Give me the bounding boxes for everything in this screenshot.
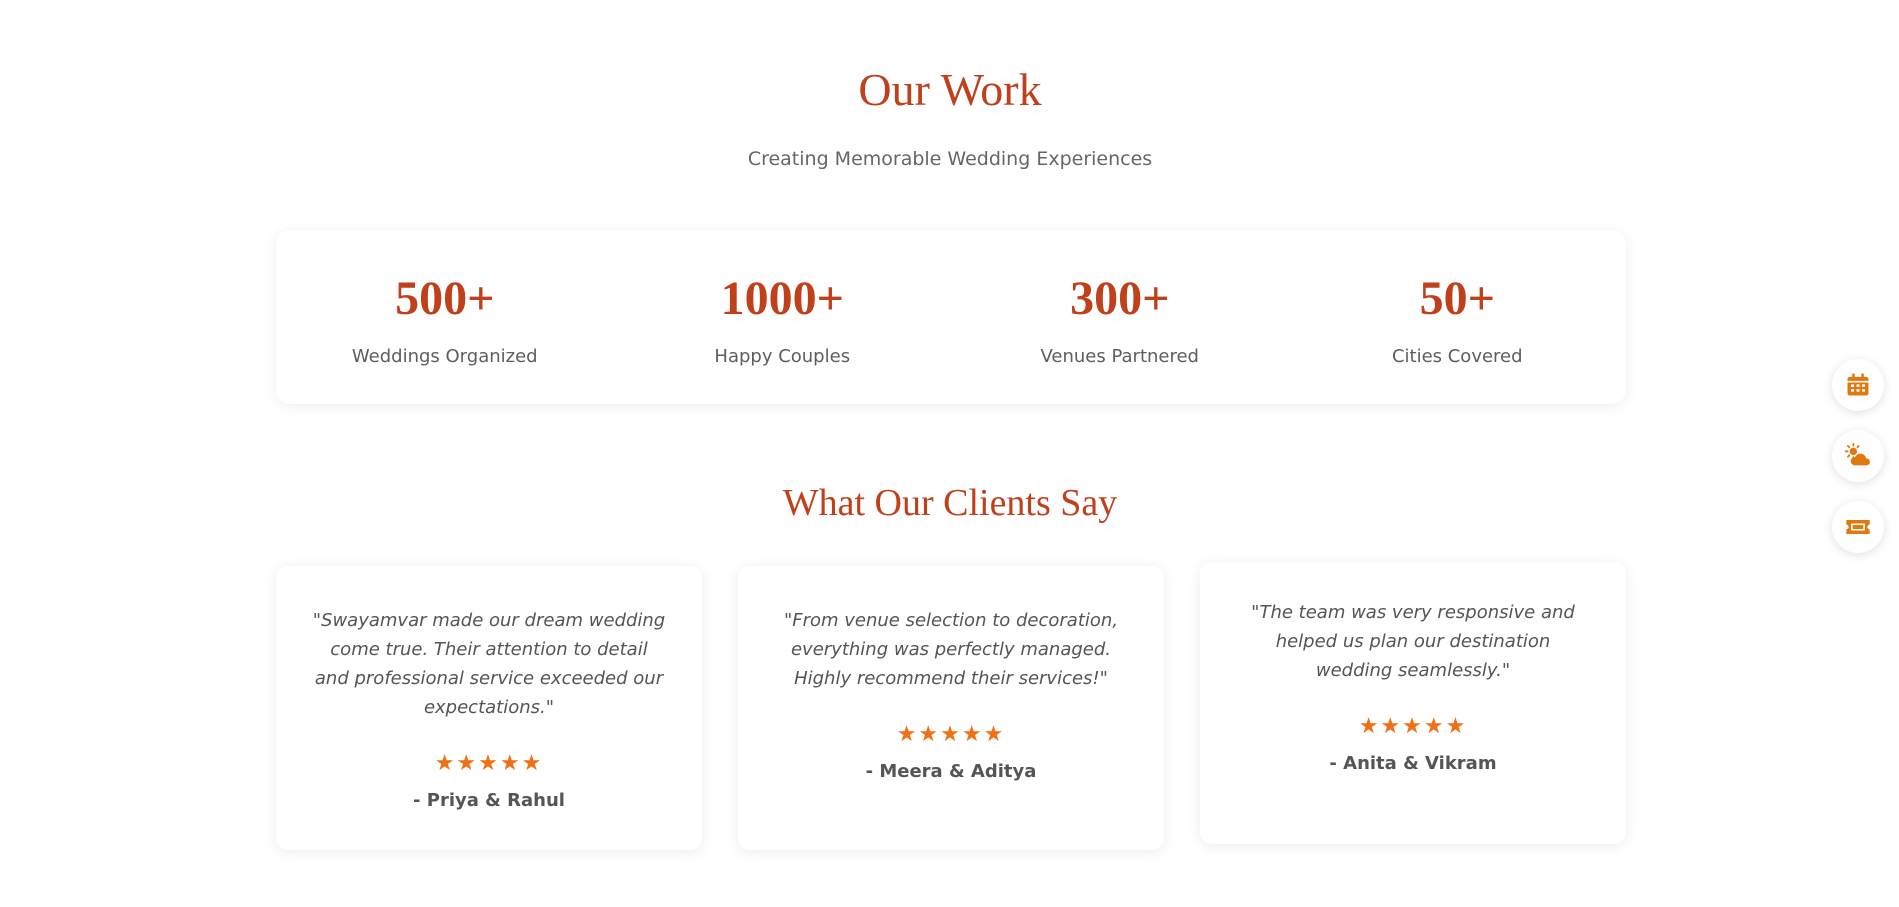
our-work-title: Our Work	[858, 64, 1042, 115]
testimonial-author: - Meera & Aditya	[865, 761, 1037, 782]
stat-venues: 300+ Venues Partnered	[951, 230, 1289, 404]
stat-label: Venues Partnered	[1040, 346, 1199, 367]
rating-stars: ★★★★★	[1358, 714, 1468, 739]
ticket-button[interactable]	[1832, 501, 1884, 553]
stat-number: 50+	[1419, 272, 1495, 325]
testimonial-card: "The team was very responsive and helped…	[1200, 562, 1626, 844]
stat-couples: 1000+ Happy Couples	[614, 230, 952, 404]
testimonial-author: - Priya & Rahul	[413, 790, 565, 811]
testimonial-quote: "From venue selection to decoration, eve…	[783, 610, 1119, 689]
stat-cities: 50+ Cities Covered	[1289, 230, 1627, 404]
testimonial-quote: "Swayamvar made our dream wedding come t…	[312, 610, 666, 718]
stats-card: 500+ Weddings Organized 1000+ Happy Coup…	[276, 230, 1626, 404]
stat-label: Weddings Organized	[351, 346, 538, 367]
rating-stars: ★★★★★	[434, 751, 544, 776]
stat-number: 1000+	[720, 272, 844, 325]
testimonial-card: "From venue selection to decoration, eve…	[738, 566, 1164, 850]
calendar-icon	[1847, 373, 1869, 396]
weather-icon	[1844, 442, 1870, 466]
testimonial-author: - Anita & Vikram	[1329, 753, 1497, 774]
rating-stars: ★★★★★	[896, 722, 1006, 747]
stat-label: Cities Covered	[1391, 346, 1523, 367]
stat-number: 300+	[1070, 272, 1170, 325]
testimonial-card: "Swayamvar made our dream wedding come t…	[276, 566, 702, 850]
testimonial-quote: "The team was very responsive and helped…	[1251, 602, 1575, 681]
calendar-button[interactable]	[1832, 359, 1884, 411]
weather-button[interactable]	[1832, 430, 1884, 482]
testimonials-title: What Our Clients Say	[782, 482, 1118, 524]
our-work-subtitle: Creating Memorable Wedding Experiences	[747, 148, 1153, 170]
ticket-icon	[1846, 520, 1870, 534]
stat-weddings: 500+ Weddings Organized	[276, 230, 614, 404]
stat-label: Happy Couples	[714, 346, 851, 367]
stat-number: 500+	[395, 272, 495, 325]
